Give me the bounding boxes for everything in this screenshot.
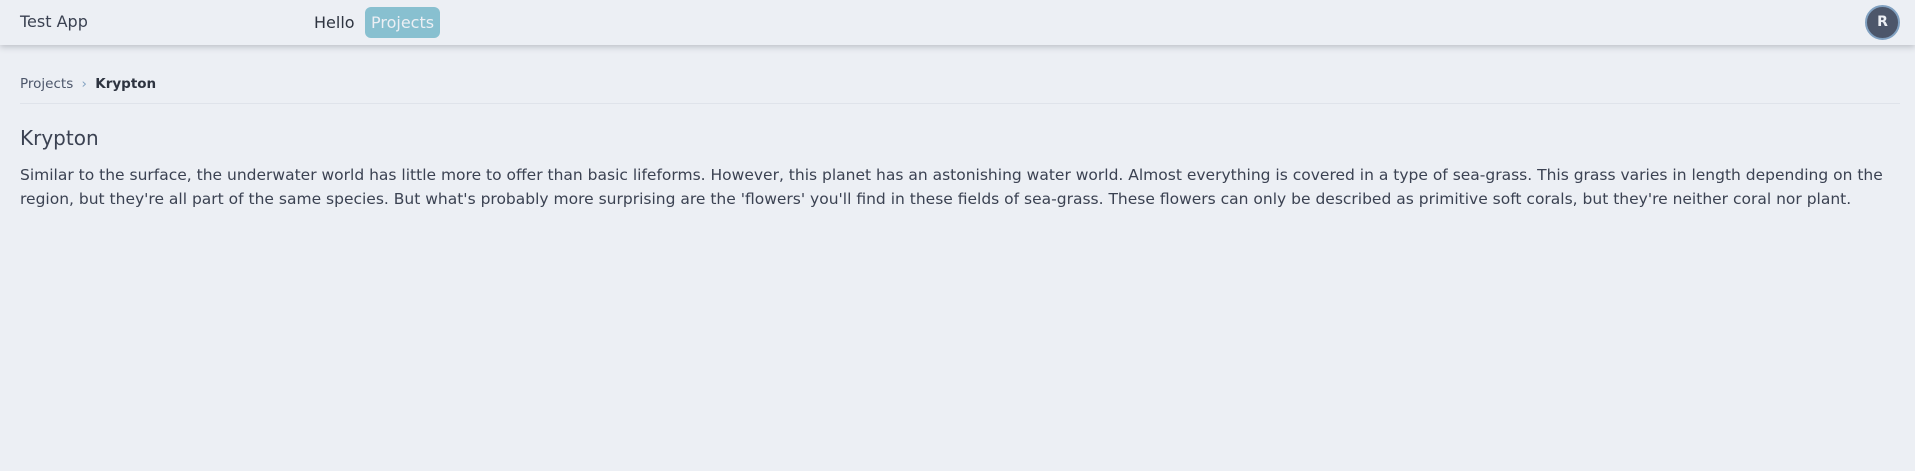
breadcrumb-item-current: Krypton: [95, 76, 157, 92]
app-title[interactable]: Test App: [20, 12, 88, 32]
avatar-initial: R: [1869, 9, 1896, 36]
chevron-right-icon: ›: [81, 76, 87, 92]
divider: [20, 103, 1900, 104]
nav-item-hello[interactable]: Hello: [308, 7, 361, 38]
breadcrumb: Projects › Krypton: [20, 76, 156, 92]
nav-item-projects[interactable]: Projects: [365, 7, 441, 38]
top-navbar: Test App Hello Projects R: [0, 0, 1915, 45]
page-title: Krypton: [20, 126, 99, 150]
breadcrumb-item-projects[interactable]: Projects: [20, 76, 73, 92]
project-description: Similar to the surface, the underwater w…: [20, 166, 1883, 208]
user-avatar-button[interactable]: R: [1865, 5, 1900, 40]
